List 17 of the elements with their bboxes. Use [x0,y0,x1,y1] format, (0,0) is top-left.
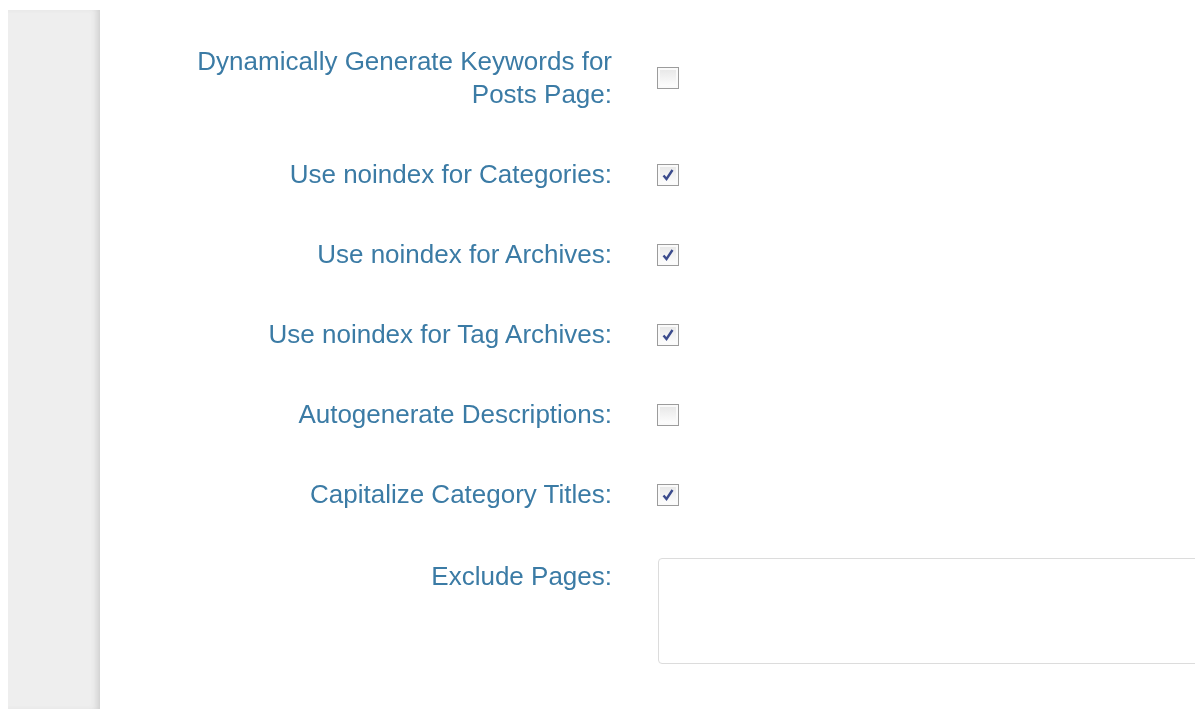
checkbox[interactable] [657,163,679,186]
setting-label: Exclude Pages: [431,560,612,593]
checkbox[interactable] [657,67,679,89]
checkmark-icon [660,326,676,343]
checkmark-icon [660,246,676,263]
setting-label: Dynamically Generate Keywords for Posts Page: [196,45,612,111]
checkbox[interactable] [657,403,679,426]
checkbox[interactable] [657,323,679,346]
checkmark-icon [660,486,676,503]
checkbox[interactable] [657,243,679,266]
setting-label: Autogenerate Descriptions: [298,398,612,431]
setting-label: Use noindex for Archives: [317,238,612,271]
setting-label: Use noindex for Categories: [289,158,612,191]
setting-label: Use noindex for Tag Archives: [268,318,612,351]
checkmark-icon [660,166,676,183]
setting-label: Capitalize Category Titles: [309,478,612,511]
checkbox[interactable] [657,483,679,506]
